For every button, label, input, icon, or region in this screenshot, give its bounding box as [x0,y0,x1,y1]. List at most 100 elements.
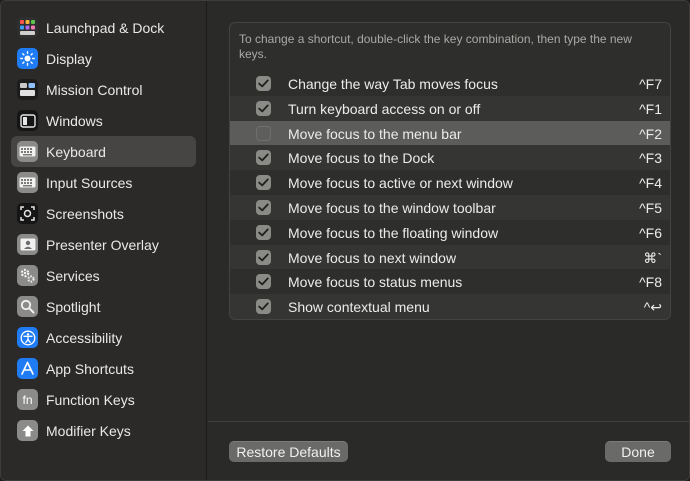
sidebar-item-label: Keyboard [46,143,106,160]
shortcut-key[interactable]: ^F8 [639,274,662,290]
accessibility-icon [17,327,38,348]
shortcuts-box: To change a shortcut, double-click the k… [229,22,671,320]
shortcut-checkbox[interactable] [256,249,271,265]
launchpad-dock-icon [17,17,38,38]
fn-label: fn [22,392,33,407]
done-button[interactable]: Done [605,441,671,462]
sidebar-item-function-keys[interactable]: fn Function Keys [11,384,196,415]
shortcut-key[interactable]: ^F4 [639,175,662,191]
shortcut-label: Move focus to the menu bar [288,125,462,142]
sidebar-item-input-sources[interactable]: Input Sources [11,167,196,198]
shortcut-checkbox[interactable] [256,175,271,191]
input-sources-icon [17,172,38,193]
keyboard-shortcuts-window: Launchpad & Dock Display Mission Control… [0,0,690,481]
sidebar-item-label: Presenter Overlay [46,236,159,253]
main-panel: To change a shortcut, double-click the k… [208,1,689,480]
shortcut-checkbox[interactable] [256,100,271,116]
divider [208,421,689,422]
checkmark-icon [258,178,269,187]
shortcut-checkbox[interactable] [256,76,271,91]
windows-icon [17,110,38,131]
sidebar-item-label: Display [46,50,92,67]
shortcut-key[interactable]: ^F1 [639,101,662,117]
shortcut-key[interactable]: ^F7 [639,76,662,92]
checkmark-icon [258,203,269,212]
shortcut-label: Move focus to next window [288,249,457,266]
checkmark-icon [258,302,269,311]
checkmark-icon [258,253,269,261]
sidebar-item-label: Windows [46,112,103,129]
shortcut-label: Show contextual menu [288,299,430,316]
shortcut-row[interactable]: Show contextual menu ^↩ [230,294,670,319]
sidebar-item-label: Services [46,267,100,284]
shortcut-row[interactable]: Move focus to the floating window ^F6 [230,220,670,245]
checkmark-icon [258,153,269,162]
shortcut-key[interactable]: ^F3 [639,150,662,166]
sidebar-item-display[interactable]: Display [11,43,196,74]
shortcut-label: Move focus to active or next window [288,175,513,192]
sidebar-item-label: App Shortcuts [46,360,134,377]
mission-control-icon [17,79,38,100]
sidebar-item-accessibility[interactable]: Accessibility [11,322,196,353]
shortcut-row[interactable]: Turn keyboard access on or off ^F1 [230,95,670,121]
shortcut-key[interactable]: ^F6 [639,225,662,241]
shortcut-row[interactable]: Move focus to status menus ^F8 [230,269,670,294]
spotlight-icon [17,296,38,317]
shortcut-label: Turn keyboard access on or off [288,100,481,117]
sidebar-item-label: Mission Control [46,81,143,98]
app-shortcuts-icon [17,358,38,379]
sidebar-item-screenshots[interactable]: Screenshots [11,198,196,229]
sidebar-item-keyboard[interactable]: Keyboard [11,136,196,167]
checkmark-icon [258,228,269,237]
display-icon [17,48,38,69]
shortcut-label: Move focus to the floating window [288,224,499,241]
sidebar-item-label: Screenshots [46,205,124,222]
shortcut-label: Change the way Tab moves focus [288,76,498,92]
sidebar-item-services[interactable]: Services [11,260,196,291]
shortcut-key[interactable]: ^↩ [644,299,662,316]
shortcut-row[interactable]: Move focus to the window toolbar ^F5 [230,194,670,220]
services-icon [17,265,38,286]
sidebar-item-label: Spotlight [46,298,101,315]
sidebar-item-spotlight[interactable]: Spotlight [11,291,196,322]
keyboard-icon [17,141,38,162]
shortcut-list: Change the way Tab moves focus ^F7 Turn ke… [230,71,670,319]
sidebar-item-presenter-overlay[interactable]: Presenter Overlay [11,229,196,260]
modifier-keys-icon [17,420,38,441]
sidebar-item-label: Function Keys [46,391,135,408]
sidebar-item-label: Modifier Keys [46,422,131,439]
sidebar-item-label: Input Sources [46,174,133,191]
sidebar-item-label: Accessibility [46,329,123,346]
shortcut-label: Move focus to the Dock [288,150,435,167]
checkmark-icon [258,79,269,88]
shortcut-checkbox[interactable] [256,150,271,166]
screenshots-icon [17,203,38,224]
sidebar-item-launchpad-dock[interactable]: Launchpad & Dock [11,12,196,43]
checkmark-icon [258,277,269,286]
shortcut-key[interactable]: ⌘` [643,250,662,267]
shortcut-row[interactable]: Move focus to the menu bar ^F2 [230,120,670,146]
function-keys-icon: fn [17,389,38,410]
shortcut-checkbox[interactable] [256,125,271,141]
shortcut-label: Move focus to the window toolbar [288,199,496,216]
shortcut-checkbox[interactable] [256,199,271,215]
shortcut-checkbox[interactable] [256,299,271,315]
shortcut-row[interactable]: Move focus to the Dock ^F3 [230,145,670,171]
sidebar: Launchpad & Dock Display Mission Control… [1,1,207,480]
shortcut-row[interactable]: Move focus to active or next window ^F4 [230,170,670,195]
sidebar-item-modifier-keys[interactable]: Modifier Keys [11,415,196,446]
shortcut-checkbox[interactable] [256,274,271,290]
shortcut-row[interactable]: Change the way Tab moves focus ^F7 [230,71,670,96]
shortcut-key[interactable]: ^F5 [639,200,662,216]
sidebar-item-app-shortcuts[interactable]: App Shortcuts [11,353,196,384]
sidebar-item-mission-control[interactable]: Mission Control [11,74,196,105]
restore-defaults-button[interactable]: Restore Defaults [229,441,348,462]
shortcut-key[interactable]: ^F2 [639,126,662,142]
sidebar-item-windows[interactable]: Windows [11,105,196,136]
shortcut-checkbox[interactable] [256,224,271,240]
checkmark-icon [258,104,269,113]
sidebar-item-label: Launchpad & Dock [46,19,165,36]
shortcut-row[interactable]: Move focus to next window ⌘` [230,244,670,270]
help-text: To change a shortcut, double-click the k… [239,32,632,61]
shortcut-label: Move focus to status menus [288,274,463,291]
